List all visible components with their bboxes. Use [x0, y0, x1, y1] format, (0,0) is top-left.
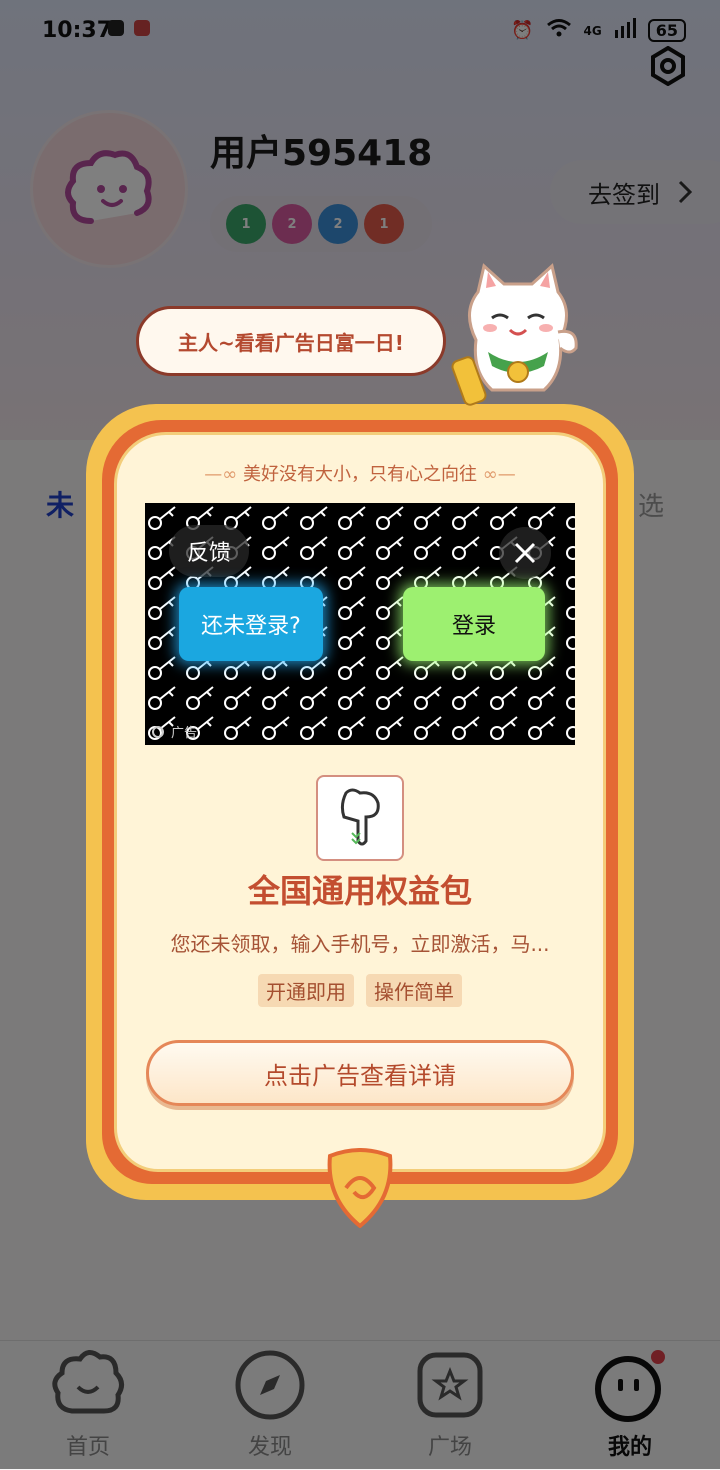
- offer-title: 全国通用权益包: [247, 872, 472, 910]
- motto-ornament-left-icon: —∞: [204, 464, 243, 485]
- ad-close-button[interactable]: [499, 527, 551, 579]
- motto-ornament-right-icon: ∞—: [477, 464, 516, 485]
- motto-text: 美好没有大小，只有心之向往: [243, 464, 477, 485]
- pointing-hand-icon: [340, 788, 380, 846]
- offer-description: 您还未领取，输入手机号，立即激活，马...: [170, 932, 550, 956]
- ad-banner[interactable]: 反馈 还未登录? 登录 广告: [145, 503, 575, 745]
- ad-feedback-button[interactable]: 反馈: [169, 525, 249, 577]
- offer-tags: 开通即用 操作简单: [114, 974, 606, 1007]
- hand-card: [316, 775, 404, 861]
- ad-mark: 广告: [151, 722, 197, 741]
- speech-bubble: 主人~看看广告日富一日!: [136, 306, 446, 376]
- close-icon: [514, 542, 536, 564]
- frame-swirl-ornament: [327, 1148, 393, 1228]
- lucky-cat-icon: [451, 263, 578, 406]
- ad-mark-label: 广告: [171, 726, 198, 741]
- offer-tag: 开通即用: [258, 974, 354, 1007]
- popup-motto: —∞ 美好没有大小，只有心之向往 ∞—: [114, 460, 606, 486]
- offer-tag: 操作简单: [366, 974, 462, 1007]
- login-button[interactable]: 登录: [403, 587, 545, 661]
- view-ad-details-button[interactable]: 点击广告查看详请: [146, 1040, 574, 1106]
- ad-logo-icon: [152, 725, 164, 738]
- not-logged-in-button[interactable]: 还未登录?: [179, 587, 323, 661]
